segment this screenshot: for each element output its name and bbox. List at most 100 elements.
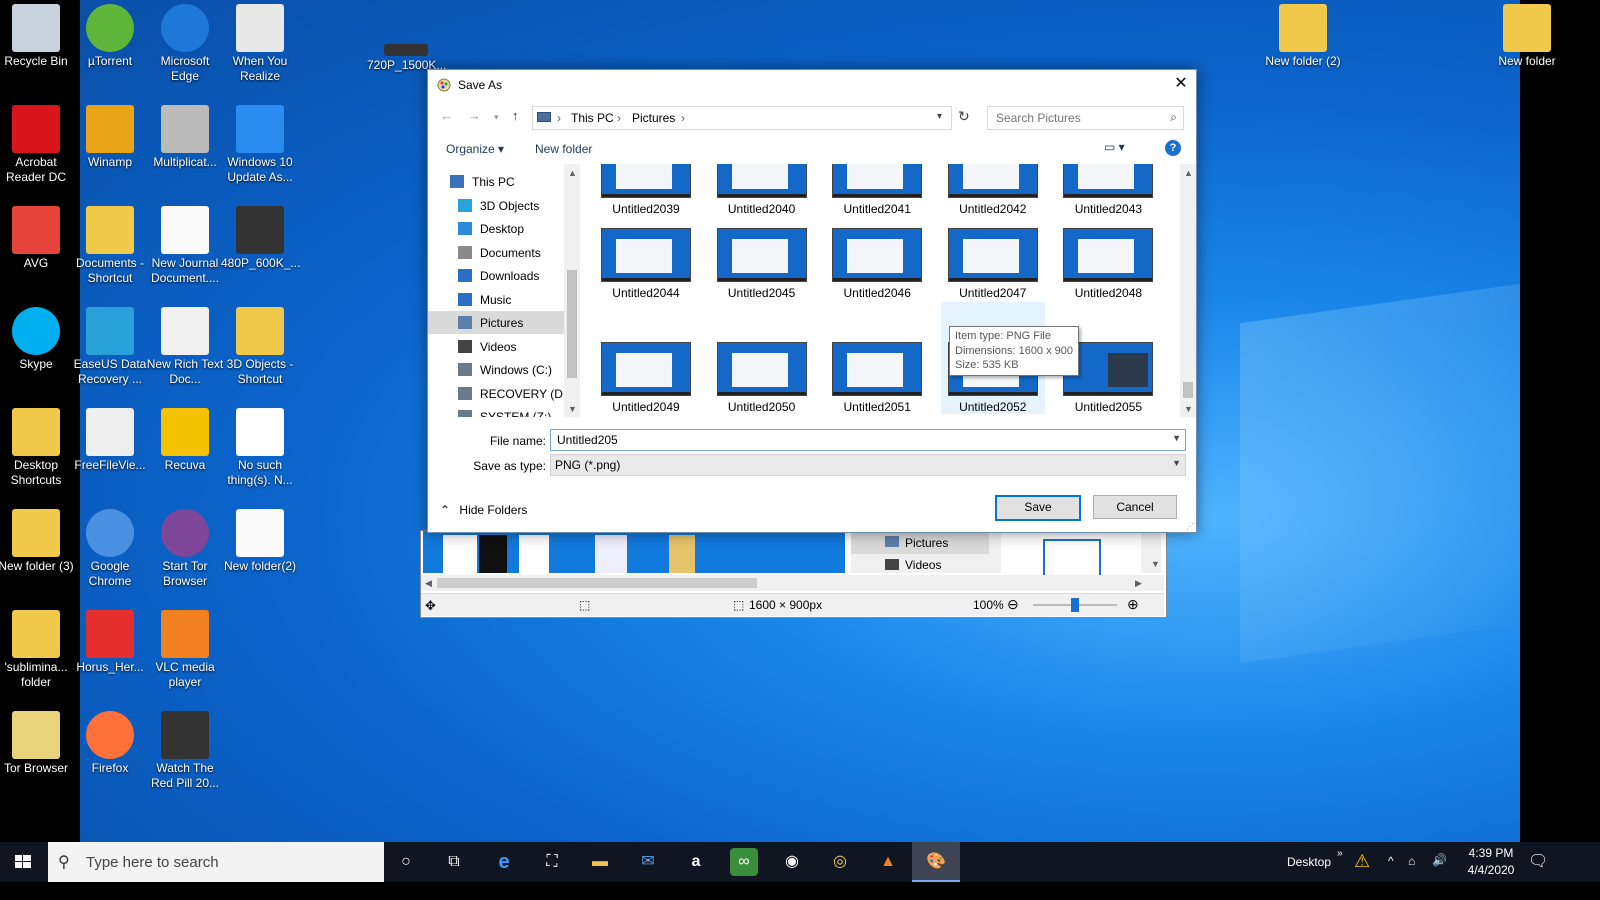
desktop-icon[interactable]: Desktop Shortcuts	[0, 404, 75, 488]
cancel-button[interactable]: Cancel	[1093, 495, 1177, 519]
search-input[interactable]	[994, 107, 1158, 129]
breadcrumb-separator-icon[interactable]: ›	[617, 111, 621, 125]
nav-item-videos[interactable]: Videos	[428, 335, 564, 358]
nav-item-desktop[interactable]: Desktop	[428, 217, 564, 240]
file-item[interactable]: Untitled2048	[1056, 228, 1160, 300]
save-type-select[interactable]: PNG (*.png) ▼	[550, 454, 1186, 476]
address-bar[interactable]: › This PC › Pictures › ▾	[532, 106, 952, 130]
side-nav-item-videos[interactable]: Videos	[851, 555, 989, 573]
desktop-icon[interactable]: New Rich Text Doc...	[146, 303, 224, 387]
breadcrumb-this-pc[interactable]: This PC	[571, 111, 614, 125]
file-explorer-icon[interactable]: ▬	[586, 848, 614, 876]
scroll-right-icon[interactable]: ▶	[1135, 578, 1142, 589]
breadcrumb-separator-icon[interactable]: ›	[681, 111, 685, 125]
file-item[interactable]: Untitled2046	[825, 228, 929, 300]
desktop-icon[interactable]: New folder	[1488, 0, 1566, 69]
nav-item-3d-objects[interactable]: 3D Objects	[428, 194, 564, 217]
file-item[interactable]: Untitled2050	[710, 342, 814, 414]
scroll-down-icon[interactable]: ▼	[1184, 404, 1193, 414]
desktop-icon[interactable]: VLC media player	[146, 606, 224, 690]
desktop-icon[interactable]: 480P_600K_...	[221, 202, 300, 271]
desktop-icon[interactable]: Windows 10 Update As...	[221, 101, 299, 185]
file-item[interactable]: Untitled2049	[594, 342, 698, 414]
file-item[interactable]: Untitled2040	[710, 164, 814, 216]
action-center-icon[interactable]: 🗨	[1528, 851, 1548, 871]
close-icon[interactable]: ✕	[1166, 70, 1196, 98]
desktop-icon[interactable]: µTorrent	[71, 0, 149, 69]
desktop-icon[interactable]: EaseUS Data Recovery ...	[71, 303, 149, 387]
scrollbar-thumb[interactable]	[1183, 382, 1193, 398]
desktop-toolbar-label[interactable]: Desktop	[1287, 855, 1331, 869]
help-icon[interactable]: ?	[1165, 140, 1181, 156]
scroll-up-icon[interactable]: ▲	[1184, 168, 1193, 178]
clock[interactable]: 4:39 PM 4/4/2020	[1464, 846, 1518, 877]
vlc-taskbar-icon[interactable]: ▲	[874, 848, 902, 876]
desktop-icon[interactable]: Watch The Red Pill 20...	[146, 707, 224, 791]
file-item[interactable]: Untitled2047	[941, 228, 1045, 300]
breadcrumb-separator-icon[interactable]: ›	[557, 111, 561, 125]
tray-overflow-icon[interactable]: ^	[1388, 854, 1394, 868]
scroll-left-icon[interactable]: ◀	[425, 578, 432, 589]
file-item[interactable]: Untitled2044	[594, 228, 698, 300]
nav-item-recovery-d[interactable]: RECOVERY (D:)	[428, 382, 570, 405]
save-button[interactable]: Save	[995, 495, 1081, 521]
desktop-icon[interactable]: Firefox	[71, 707, 149, 776]
nav-item-music[interactable]: Music	[428, 288, 564, 311]
chevron-down-icon[interactable]: ▼	[1172, 458, 1181, 468]
resize-grip-icon[interactable]: ⋰	[1186, 522, 1194, 531]
zoom-slider-thumb[interactable]	[1071, 598, 1079, 612]
start-button[interactable]	[0, 842, 46, 882]
breadcrumb-pictures[interactable]: Pictures	[632, 111, 675, 125]
search-box[interactable]: ⌕	[987, 106, 1184, 130]
desktop-icon[interactable]: Acrobat Reader DC	[0, 101, 75, 185]
zoom-out-icon[interactable]: ⊖	[1007, 596, 1019, 613]
tripadvisor-icon[interactable]: ∞	[730, 848, 758, 876]
desktop-icon[interactable]: AVG	[0, 202, 75, 271]
zoom-in-icon[interactable]: ⊕	[1127, 596, 1139, 613]
desktop-icon[interactable]: No such thing(s). N...	[221, 404, 299, 488]
paint-horizontal-scrollbar[interactable]: ◀ ▶	[421, 575, 1164, 591]
back-arrow-icon[interactable]: ←	[440, 108, 453, 123]
scrollbar-thumb[interactable]	[437, 578, 757, 588]
view-options-icon[interactable]: ▭ ▾	[1104, 140, 1125, 154]
desktop-icon[interactable]: Horus_Her...	[71, 606, 149, 675]
toolbar-expand-icon[interactable]: »	[1337, 848, 1343, 859]
store-icon[interactable]: ⛶	[538, 848, 566, 876]
nav-item-pictures[interactable]: Pictures	[428, 311, 564, 334]
desktop-icon[interactable]: Multiplicat...	[146, 101, 224, 170]
file-name-input[interactable]	[555, 430, 1159, 450]
side-scroll-down-icon[interactable]: ▼	[1151, 559, 1160, 569]
file-list-scrollbar[interactable]: ▲ ▼	[1180, 164, 1196, 417]
camera-app-icon[interactable]: ◉	[778, 848, 806, 876]
desktop-icon[interactable]: Skype	[0, 303, 75, 372]
search-icon[interactable]: ⌕	[1170, 110, 1177, 125]
scroll-down-icon[interactable]: ▼	[568, 404, 577, 414]
nav-item-windows-c[interactable]: Windows (C:)	[428, 358, 564, 381]
desktop-icon[interactable]: Winamp	[71, 101, 149, 170]
nav-item-this-pc[interactable]: This PC	[428, 170, 564, 193]
hide-folders-button[interactable]: ⌃ Hide Folders	[440, 503, 527, 517]
nav-item-downloads[interactable]: Downloads	[428, 264, 564, 287]
nav-item-documents[interactable]: Documents	[428, 241, 564, 264]
desktop-icon[interactable]: Recuva	[146, 404, 224, 473]
desktop-icon[interactable]: 'sublimina... folder	[0, 606, 75, 690]
network-icon[interactable]: ⌂	[1408, 854, 1415, 868]
warning-icon[interactable]: ⚠	[1354, 851, 1370, 872]
file-item[interactable]: Untitled2041	[825, 164, 929, 216]
file-item[interactable]: Untitled2043	[1056, 164, 1160, 216]
scroll-up-icon[interactable]: ▲	[568, 168, 577, 178]
desktop-icon[interactable]: FreeFileVie...	[71, 404, 149, 473]
file-item[interactable]: Untitled2042	[941, 164, 1045, 216]
taskbar-search[interactable]: ⚲ Type here to search	[48, 842, 384, 882]
mail-icon[interactable]: ✉	[634, 848, 662, 876]
amazon-icon[interactable]: a	[682, 848, 710, 876]
refresh-icon[interactable]: ↻	[958, 108, 970, 125]
desktop-icon[interactable]: Tor Browser	[0, 707, 75, 776]
desktop-icon[interactable]: Documents - Shortcut	[71, 202, 149, 286]
color-app-icon[interactable]: ◎	[826, 848, 854, 876]
navigation-scrollbar[interactable]: ▲ ▼	[564, 164, 580, 417]
paint-taskbar-button[interactable]: 🎨	[912, 842, 960, 882]
dialog-titlebar[interactable]: Save As ✕	[428, 70, 1196, 100]
file-item[interactable]: Untitled2051	[825, 342, 929, 414]
file-item[interactable]: Untitled2045	[710, 228, 814, 300]
